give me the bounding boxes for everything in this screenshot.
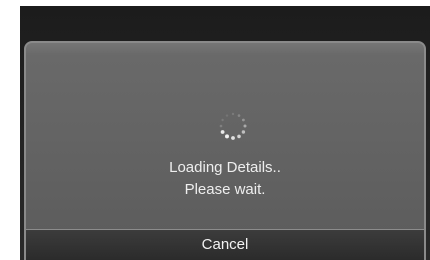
loading-message: Loading Details..: [169, 159, 281, 176]
display-screen: Loading Details.. Please wait. Cancel: [20, 6, 430, 260]
wait-message: Please wait.: [184, 181, 266, 198]
loading-spinner-icon: [219, 112, 247, 140]
loading-dialog: Loading Details.. Please wait. Cancel: [24, 41, 426, 260]
cancel-button[interactable]: Cancel: [26, 229, 424, 260]
